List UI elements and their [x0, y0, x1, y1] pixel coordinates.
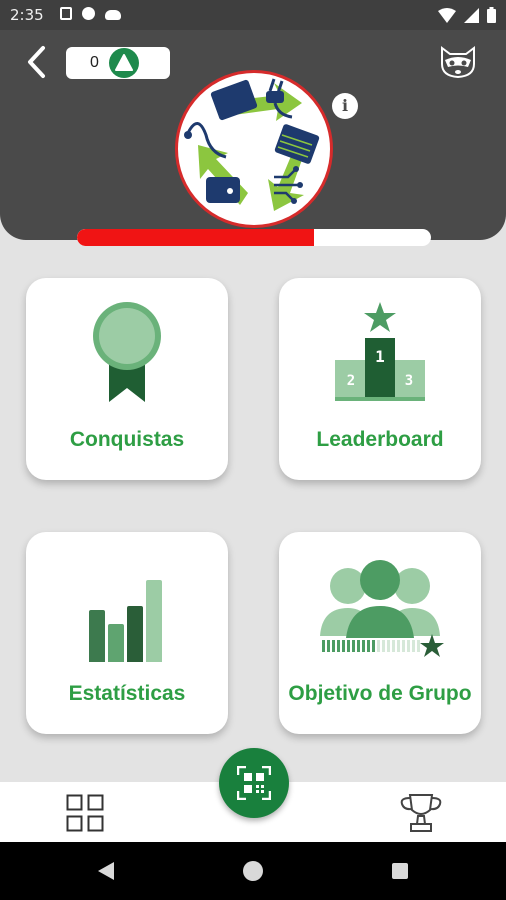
status-icons-right: [438, 7, 496, 23]
system-back-icon[interactable]: [97, 861, 115, 881]
leaderboard-label: Leaderboard: [316, 428, 444, 451]
goal-progress-tick: [332, 640, 335, 652]
goal-progress-tick: [382, 640, 385, 652]
signal-icon: [464, 7, 479, 23]
goal-progress-tick: [372, 640, 375, 652]
notification-square-icon: [60, 7, 72, 20]
achievements-card[interactable]: Conquistas: [26, 278, 228, 480]
svg-text:3: 3: [405, 373, 413, 389]
level-progress-fill: [77, 229, 315, 246]
trophy-icon: [400, 794, 442, 832]
goal-progress-tick: [347, 640, 350, 652]
recycle-triangle-icon: [108, 48, 139, 78]
profile-avatar-button[interactable]: [438, 44, 478, 80]
status-time: 2:35: [10, 6, 44, 24]
back-button[interactable]: [18, 42, 54, 82]
statistics-card[interactable]: Estatísticas: [26, 532, 228, 734]
leaderboard-card[interactable]: 1 2 3 Leaderboard: [279, 278, 481, 480]
goal-progress-tick: [367, 640, 370, 652]
goal-progress-tick: [387, 640, 390, 652]
cloud-icon: [105, 9, 121, 20]
goal-progress-tick: [392, 640, 395, 652]
podium-icon: 1 2 3: [279, 298, 481, 418]
status-bar: 2:35: [0, 0, 506, 30]
level-progress-bar: [77, 229, 431, 246]
recycle-logo-icon: [184, 78, 320, 211]
status-icons-left: [60, 7, 121, 20]
goal-progress-tick: [322, 640, 325, 652]
system-recents-icon[interactable]: [392, 863, 408, 879]
group-goal-card[interactable]: Objetivo de Grupo: [279, 532, 481, 734]
medal-icon: [26, 298, 228, 418]
goal-progress-tick: [362, 640, 365, 652]
svg-text:2: 2: [347, 373, 355, 389]
ewaste-recycle-logo: [175, 70, 333, 228]
group-goal-label: Objetivo de Grupo: [288, 682, 472, 705]
qr-code-icon: [237, 766, 271, 800]
goal-progress-tick: [397, 640, 400, 652]
goal-progress-tick: [407, 640, 410, 652]
dashboard-nav-button[interactable]: [66, 794, 104, 832]
chevron-left-icon: [28, 46, 45, 78]
points-counter: 0: [66, 47, 170, 79]
dashboard-grid-icon: [66, 794, 104, 832]
raccoon-icon: [441, 46, 475, 79]
svg-text:1: 1: [375, 347, 385, 366]
wifi-icon: [438, 7, 456, 23]
goal-progress-tick: [377, 640, 380, 652]
goal-progress-tick: [337, 640, 340, 652]
statistics-label: Estatísticas: [68, 682, 186, 705]
achievements-label: Conquistas: [69, 428, 185, 451]
group-goal-icon: [279, 552, 481, 672]
goal-progress-tick: [352, 640, 355, 652]
goal-progress-tick: [402, 640, 405, 652]
system-navigation-bar: [0, 842, 506, 900]
data-saver-icon: [82, 7, 95, 20]
system-home-icon[interactable]: [243, 861, 263, 881]
bar-chart-icon: [26, 552, 228, 672]
header: 0 i: [0, 30, 506, 246]
battery-icon: [487, 7, 496, 23]
points-value: 0: [90, 54, 99, 71]
goal-progress-tick: [412, 640, 415, 652]
qr-scan-button[interactable]: [219, 748, 289, 818]
goal-progress-tick: [327, 640, 330, 652]
info-button[interactable]: i: [332, 93, 358, 119]
goal-progress-tick: [342, 640, 345, 652]
goal-progress-tick: [357, 640, 360, 652]
trophy-nav-button[interactable]: [398, 792, 444, 834]
goal-progress-tick: [417, 640, 420, 652]
